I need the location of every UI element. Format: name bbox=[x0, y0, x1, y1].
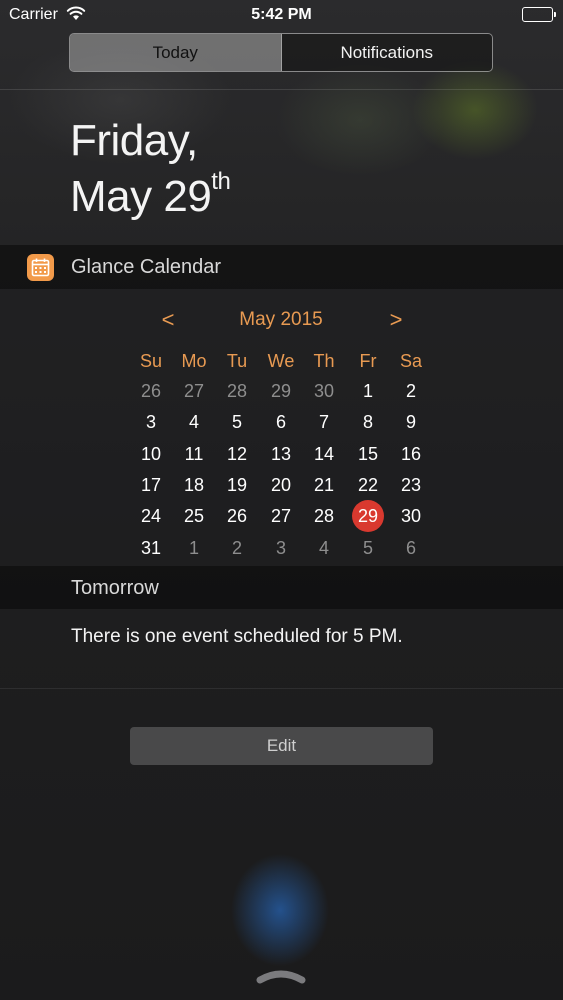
calendar-day[interactable]: 4 bbox=[304, 533, 344, 563]
calendar-day[interactable]: 6 bbox=[261, 407, 301, 437]
date-weekday: Friday, bbox=[70, 116, 198, 165]
calendar-day[interactable]: 3 bbox=[261, 533, 301, 563]
tab-notifications[interactable]: Notifications bbox=[281, 34, 492, 71]
calendar-day[interactable]: 27 bbox=[174, 376, 214, 406]
weekday-label: Su bbox=[139, 350, 163, 371]
tomorrow-header: Tomorrow bbox=[0, 566, 563, 609]
calendar-day[interactable]: 15 bbox=[348, 439, 388, 469]
month-title: May 2015 bbox=[239, 309, 323, 330]
battery-icon bbox=[522, 7, 556, 22]
edit-button[interactable]: Edit bbox=[130, 727, 433, 765]
date-month-day: May 29th bbox=[70, 168, 231, 222]
calendar-day[interactable]: 28 bbox=[304, 501, 344, 531]
tab-today[interactable]: Today bbox=[70, 34, 282, 71]
calendar-icon bbox=[27, 254, 54, 281]
calendar-day[interactable]: 23 bbox=[391, 470, 431, 500]
weekday-label: Fr bbox=[359, 350, 377, 371]
date-ordinal-suffix: th bbox=[211, 168, 231, 195]
weekday-label: Sa bbox=[399, 350, 423, 371]
status-time: 5:42 PM bbox=[251, 6, 312, 23]
calendar-day[interactable]: 12 bbox=[217, 439, 257, 469]
calendar-day[interactable]: 5 bbox=[217, 407, 257, 437]
calendar-day[interactable]: 8 bbox=[348, 407, 388, 437]
widget-header[interactable]: Glance Calendar bbox=[0, 245, 563, 289]
calendar-day[interactable]: 24 bbox=[131, 501, 171, 531]
calendar-day[interactable]: 26 bbox=[217, 501, 257, 531]
calendar-day[interactable]: 28 bbox=[217, 376, 257, 406]
calendar-day[interactable]: 14 bbox=[304, 439, 344, 469]
calendar-day[interactable]: 7 bbox=[304, 407, 344, 437]
tomorrow-label: Tomorrow bbox=[71, 577, 159, 599]
calendar-day[interactable]: 19 bbox=[217, 470, 257, 500]
calendar-day[interactable]: 30 bbox=[304, 376, 344, 406]
widget-title: Glance Calendar bbox=[71, 256, 222, 278]
calendar-day[interactable]: 29 bbox=[261, 376, 301, 406]
calendar-day[interactable]: 30 bbox=[391, 501, 431, 531]
calendar-day[interactable]: 2 bbox=[217, 533, 257, 563]
calendar-day[interactable]: 26 bbox=[131, 376, 171, 406]
calendar-day[interactable]: 1 bbox=[348, 376, 388, 406]
status-bar: Carrier 5:42 PM bbox=[0, 0, 563, 30]
calendar-day[interactable]: 22 bbox=[348, 470, 388, 500]
date-month-day-text: May 29 bbox=[70, 172, 212, 221]
header-divider bbox=[0, 89, 563, 90]
calendar-day[interactable]: 20 bbox=[261, 470, 301, 500]
chevron-up-handle-icon[interactable] bbox=[256, 966, 306, 991]
calendar-day[interactable]: 5 bbox=[348, 533, 388, 563]
calendar-day[interactable]: 2 bbox=[391, 376, 431, 406]
calendar-day[interactable]: 10 bbox=[131, 439, 171, 469]
calendar-day[interactable]: 13 bbox=[261, 439, 301, 469]
view-segmented-control: Today Notifications bbox=[69, 33, 493, 72]
weekday-label: Th bbox=[313, 350, 335, 371]
next-month-button[interactable]: > bbox=[381, 307, 411, 333]
calendar-day[interactable]: 17 bbox=[131, 470, 171, 500]
calendar-day[interactable]: 1 bbox=[174, 533, 214, 563]
calendar-day[interactable]: 3 bbox=[131, 407, 171, 437]
calendar-day[interactable]: 27 bbox=[261, 501, 301, 531]
calendar-day[interactable]: 4 bbox=[174, 407, 214, 437]
calendar-day[interactable]: 21 bbox=[304, 470, 344, 500]
event-summary: There is one event scheduled for 5 PM. bbox=[71, 626, 403, 647]
widget-divider bbox=[0, 688, 563, 689]
calendar-day[interactable]: 18 bbox=[174, 470, 214, 500]
weekday-label: Tu bbox=[226, 350, 248, 371]
weekday-label: We bbox=[267, 350, 295, 371]
calendar-day[interactable]: 9 bbox=[391, 407, 431, 437]
weekday-label: Mo bbox=[181, 350, 207, 371]
calendar-day[interactable]: 6 bbox=[391, 533, 431, 563]
calendar-widget: < May 2015 > Su Mo Tu We Th Fr Sa 26 27 28 29 30 1 2 3… bbox=[0, 289, 563, 566]
calendar-day[interactable]: 11 bbox=[174, 439, 214, 469]
calendar-day[interactable]: 25 bbox=[174, 501, 214, 531]
calendar-day-today[interactable]: 29 bbox=[348, 500, 388, 532]
calendar-day[interactable]: 16 bbox=[391, 439, 431, 469]
calendar-day[interactable]: 31 bbox=[131, 533, 171, 563]
